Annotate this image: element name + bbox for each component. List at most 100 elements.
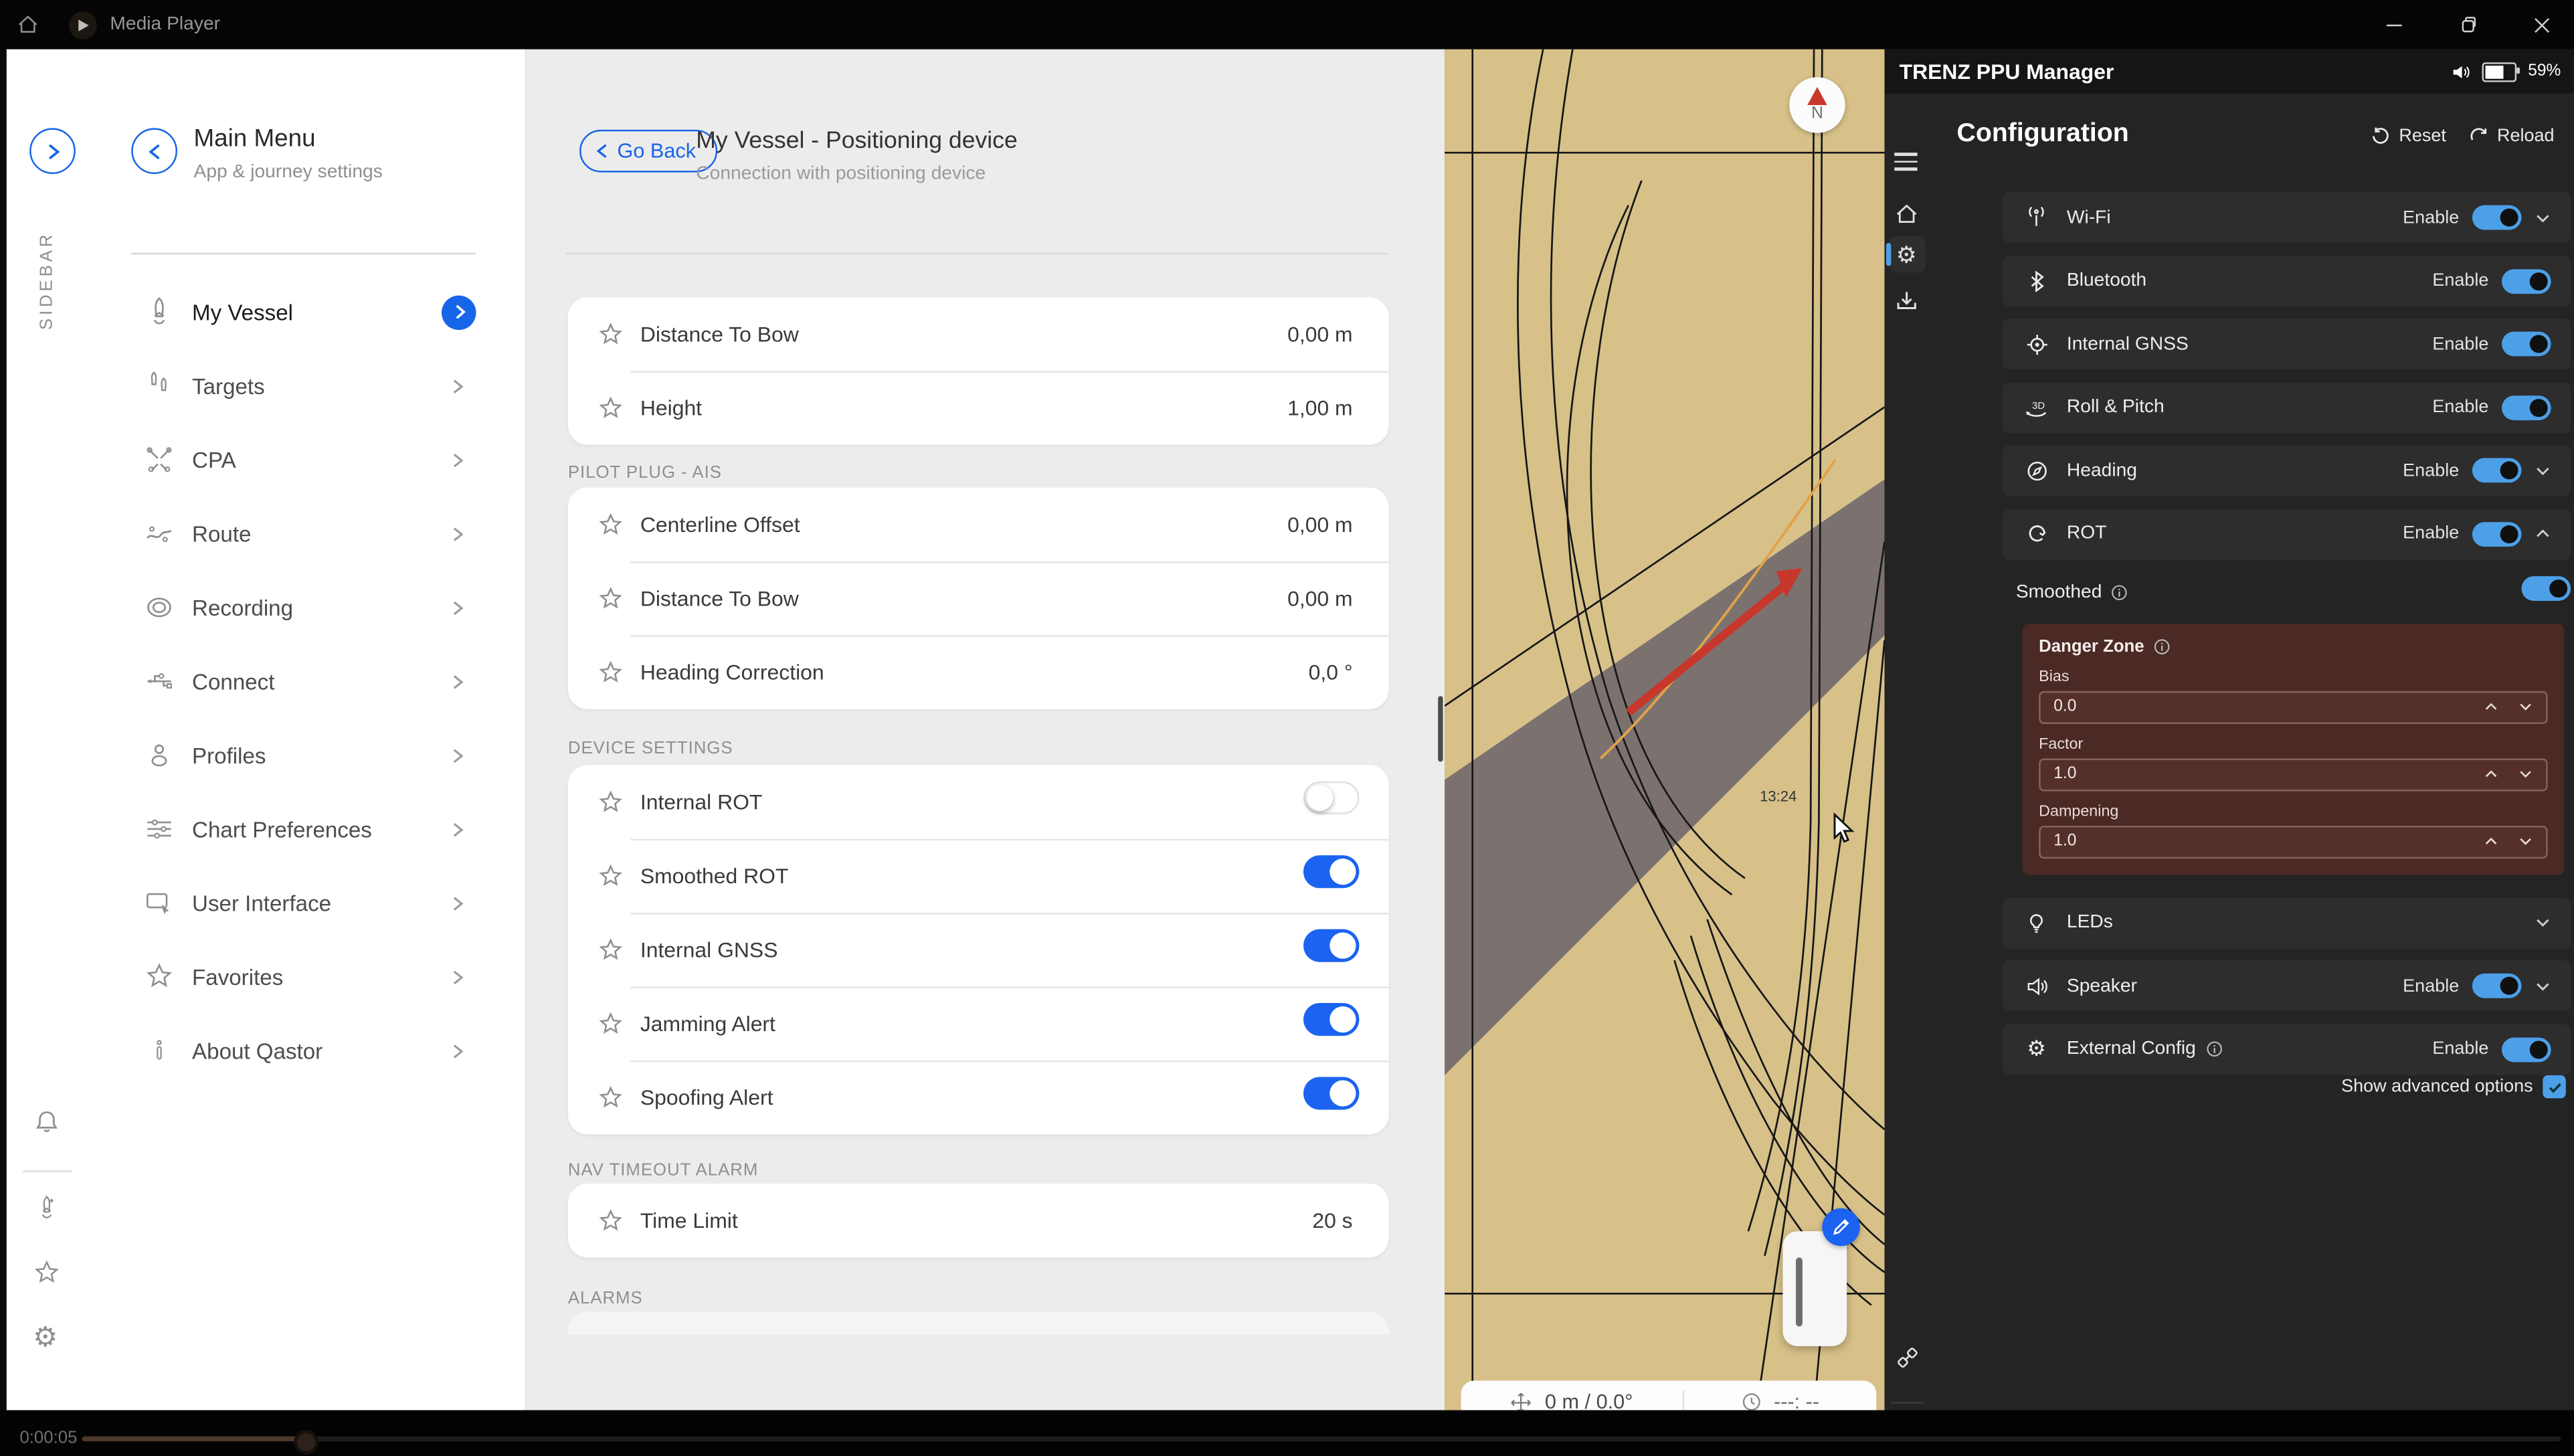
- favorites-star-icon[interactable]: [33, 1259, 61, 1287]
- favorite-star-icon[interactable]: [597, 659, 624, 685]
- info-icon[interactable]: [2154, 638, 2171, 654]
- factor-value[interactable]: 1.0: [2053, 765, 2484, 783]
- config-row-wifi[interactable]: Wi-Fi Enable: [2003, 192, 2571, 243]
- eta-readout[interactable]: ---: --: [1682, 1390, 1876, 1410]
- config-row-bluetooth[interactable]: Bluetooth Enable: [2003, 256, 2571, 306]
- bias-value[interactable]: 0.0: [2053, 698, 2484, 716]
- sidebar-item-profiles[interactable]: Profiles: [87, 723, 525, 788]
- roll-pitch-enable-toggle[interactable]: [2502, 395, 2551, 420]
- minimize-button[interactable]: [2385, 15, 2403, 33]
- reload-button[interactable]: Reload: [2469, 126, 2554, 146]
- favorite-star-icon[interactable]: [597, 321, 624, 347]
- home-icon[interactable]: [17, 13, 39, 36]
- scrollbar-thumb[interactable]: [1438, 696, 1443, 761]
- setting-row-distance-to-bow[interactable]: Distance To Bow 0,00 m: [568, 297, 1389, 371]
- internal-rot-toggle[interactable]: [1303, 782, 1359, 814]
- config-row-leds[interactable]: LEDs: [2003, 897, 2571, 948]
- stepper-up-icon[interactable]: [2484, 834, 2498, 848]
- setting-row-centerline-offset[interactable]: Centerline Offset 0,00 m: [568, 488, 1389, 561]
- connection-plug-icon[interactable]: [1894, 1344, 1920, 1370]
- chevron-up-icon[interactable]: [2535, 525, 2551, 542]
- chevron-down-icon[interactable]: [2535, 462, 2551, 479]
- setting-row-jamming-alert[interactable]: Jamming Alert: [568, 987, 1389, 1061]
- favorite-star-icon[interactable]: [597, 789, 624, 815]
- info-icon[interactable]: [2112, 583, 2128, 600]
- heading-enable-toggle[interactable]: [2472, 458, 2522, 483]
- bluetooth-enable-toggle[interactable]: [2502, 268, 2551, 293]
- settings-gear-icon[interactable]: ⚙: [1896, 242, 1917, 268]
- smoothed-toggle[interactable]: [2521, 575, 2571, 600]
- config-row-external-config[interactable]: ⚙ External Config Enable: [2003, 1024, 2571, 1075]
- compass-north-indicator[interactable]: N: [1789, 77, 1845, 132]
- stepper-up-icon[interactable]: [2484, 767, 2498, 782]
- my-vessel-favorite-icon[interactable]: [33, 1195, 61, 1223]
- settings-gear-icon[interactable]: ⚙: [33, 1323, 58, 1351]
- reset-button[interactable]: Reset: [2371, 126, 2446, 146]
- chart-map[interactable]: 13:24 N 0 m / 0.0° ---: --: [1445, 50, 1885, 1410]
- favorite-star-icon[interactable]: [597, 862, 624, 889]
- dampening-stepper[interactable]: 1.0: [2039, 825, 2548, 858]
- factor-stepper[interactable]: 1.0: [2039, 757, 2548, 790]
- speaker-enable-toggle[interactable]: [2472, 974, 2522, 998]
- favorite-star-icon[interactable]: [597, 1010, 624, 1036]
- config-row-roll-pitch[interactable]: 3D Roll & Pitch Enable: [2003, 381, 2571, 432]
- sidebar-item-chart-preferences[interactable]: Chart Preferences: [87, 796, 525, 862]
- advanced-options-checkbox[interactable]: [2543, 1075, 2565, 1098]
- favorite-star-icon[interactable]: [597, 937, 624, 963]
- menu-back-button[interactable]: [131, 128, 177, 174]
- sidebar-item-recording[interactable]: Recording: [87, 575, 525, 640]
- sidebar-item-cpa[interactable]: CPA: [87, 427, 525, 492]
- setting-value[interactable]: 0,00 m: [1287, 586, 1353, 611]
- setting-row-heading-correction[interactable]: Heading Correction 0,0 °: [568, 635, 1389, 709]
- stepper-up-icon[interactable]: [2484, 699, 2498, 714]
- sidebar-item-about-qastor[interactable]: About Qastor: [87, 1018, 525, 1083]
- chevron-down-icon[interactable]: [2535, 915, 2551, 931]
- import-download-icon[interactable]: [1894, 289, 1919, 314]
- bias-stepper[interactable]: 0.0: [2039, 691, 2548, 723]
- favorite-star-icon[interactable]: [597, 1084, 624, 1110]
- seek-bar[interactable]: [82, 1437, 2561, 1441]
- hamburger-menu-icon[interactable]: [1894, 153, 1917, 170]
- setting-value[interactable]: 20 s: [1312, 1208, 1352, 1233]
- setting-row-internal-gnss[interactable]: Internal GNSS: [568, 913, 1389, 986]
- config-row-internal-gnss[interactable]: Internal GNSS Enable: [2003, 318, 2571, 369]
- config-row-heading[interactable]: Heading Enable: [2003, 445, 2571, 496]
- sidebar-item-connect[interactable]: Connect: [87, 648, 525, 714]
- setting-row-internal-rot[interactable]: Internal ROT: [568, 765, 1389, 838]
- chevron-down-icon[interactable]: [2535, 209, 2551, 226]
- setting-row-spoofing-alert[interactable]: Spoofing Alert: [568, 1061, 1389, 1134]
- rot-enable-toggle[interactable]: [2472, 521, 2522, 546]
- setting-value[interactable]: 0,00 m: [1287, 322, 1353, 347]
- notifications-bell-icon[interactable]: [33, 1108, 61, 1136]
- sidebar-item-user-interface[interactable]: User Interface: [87, 870, 525, 935]
- sidebar-item-favorites[interactable]: Favorites: [87, 944, 525, 1010]
- dampening-value[interactable]: 1.0: [2053, 832, 2484, 850]
- home-icon[interactable]: [1894, 202, 1919, 227]
- favorite-star-icon[interactable]: [597, 511, 624, 537]
- config-row-rot[interactable]: ROT Enable: [2003, 508, 2571, 559]
- stepper-down-icon[interactable]: [2518, 699, 2533, 714]
- setting-row-time-limit[interactable]: Time Limit 20 s: [568, 1184, 1389, 1257]
- internal-gnss-toggle[interactable]: [1303, 929, 1359, 962]
- favorite-star-icon[interactable]: [597, 585, 624, 612]
- sidebar-item-targets[interactable]: Targets: [87, 353, 525, 418]
- maximize-button[interactable]: [2459, 15, 2477, 33]
- stepper-down-icon[interactable]: [2518, 834, 2533, 848]
- volume-icon[interactable]: [2451, 62, 2470, 81]
- wifi-enable-toggle[interactable]: [2472, 205, 2522, 230]
- offset-readout[interactable]: 0 m / 0.0°: [1461, 1390, 1683, 1410]
- setting-value[interactable]: 0,00 m: [1287, 512, 1353, 537]
- edit-pencil-button[interactable]: [1822, 1208, 1859, 1246]
- favorite-star-icon[interactable]: [597, 395, 624, 421]
- smoothed-rot-toggle[interactable]: [1303, 855, 1359, 888]
- seek-bar-handle[interactable]: [294, 1430, 318, 1455]
- show-advanced-options[interactable]: Show advanced options: [2341, 1075, 2566, 1098]
- close-button[interactable]: [2533, 15, 2551, 33]
- info-icon[interactable]: [2206, 1040, 2223, 1057]
- setting-row-distance-to-bow-ais[interactable]: Distance To Bow 0,00 m: [568, 561, 1389, 635]
- external-config-enable-toggle[interactable]: [2502, 1036, 2551, 1061]
- sidebar-item-route[interactable]: Route: [87, 500, 525, 566]
- stepper-down-icon[interactable]: [2518, 767, 2533, 782]
- setting-value[interactable]: 1,00 m: [1287, 395, 1353, 420]
- sidebar-expand-button[interactable]: [29, 128, 76, 174]
